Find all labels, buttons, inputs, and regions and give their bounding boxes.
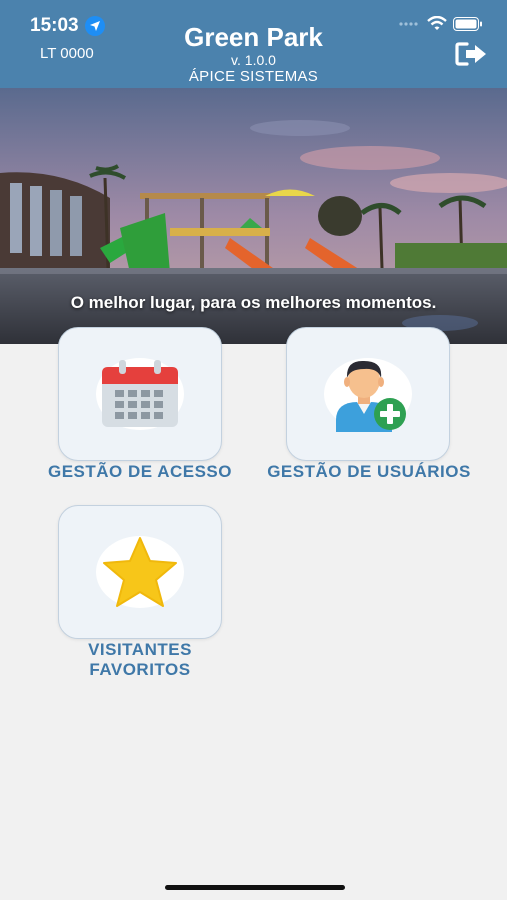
favorite-visitors-label[interactable]: VISITANTES FAVORITOS xyxy=(30,640,250,680)
app-company: ÁPICE SISTEMAS xyxy=(188,68,319,85)
calendar-icon xyxy=(102,360,178,427)
hero-banner: O melhor lugar, para os melhores momento… xyxy=(0,88,507,344)
status-icons xyxy=(399,15,483,36)
wifi-icon xyxy=(427,15,447,36)
home-indicator[interactable] xyxy=(165,885,345,890)
access-management-label[interactable]: GESTÃO DE ACESSO xyxy=(30,462,250,482)
tile-icon-background xyxy=(96,358,184,430)
banner-caption: O melhor lugar, para os melhores momento… xyxy=(70,293,437,312)
tile-icon-background xyxy=(96,536,184,608)
logout-button[interactable] xyxy=(453,40,491,68)
logout-icon xyxy=(455,42,486,66)
battery-icon xyxy=(453,16,483,36)
favorite-visitors-label-line1: VISITANTES xyxy=(88,640,192,659)
user-management-label[interactable]: GESTÃO DE USUÁRIOS xyxy=(254,462,484,482)
favorite-visitors-tile[interactable] xyxy=(58,505,222,639)
app-header: 15:03 LT 0000 Green Park v. 1.0.0 ÁPICE … xyxy=(0,0,507,88)
access-management-tile[interactable] xyxy=(58,327,222,461)
app-version: v. 1.0.0 xyxy=(231,52,276,68)
star-icon xyxy=(103,537,177,607)
favorite-visitors-label-line2: FAVORITOS xyxy=(89,660,191,679)
add-user-icon xyxy=(336,360,406,432)
user-management-tile[interactable] xyxy=(286,327,450,461)
tile-icon-background xyxy=(324,358,412,432)
signal-icon xyxy=(399,17,421,35)
